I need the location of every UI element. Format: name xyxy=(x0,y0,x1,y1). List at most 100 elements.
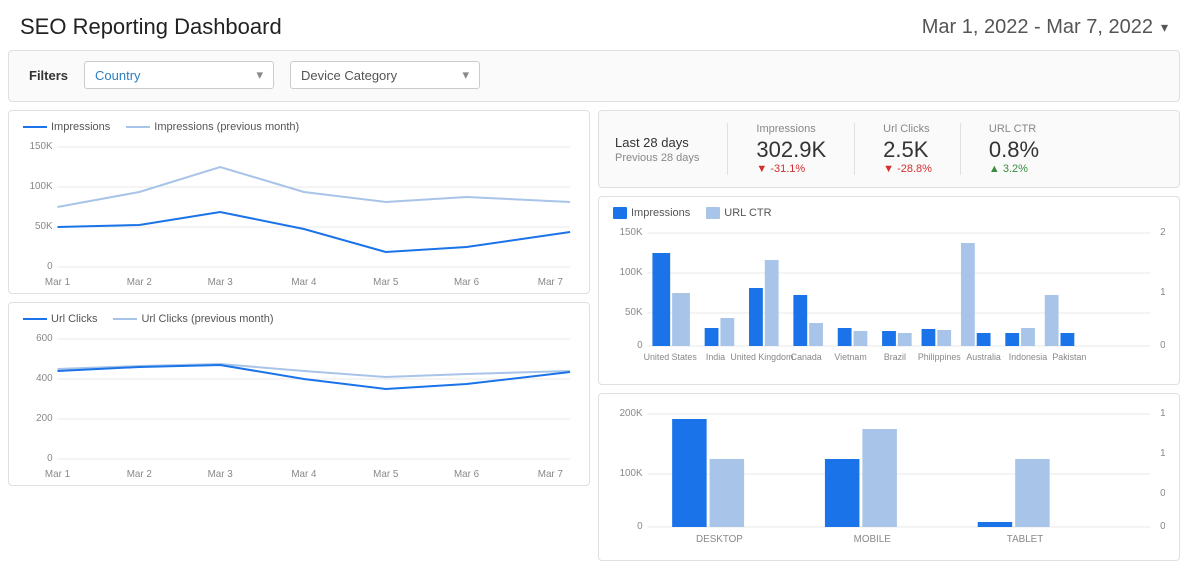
svg-text:Mar 7: Mar 7 xyxy=(538,277,564,287)
svg-text:Mar 3: Mar 3 xyxy=(208,277,234,287)
stats-divider1 xyxy=(727,123,728,175)
svg-text:0: 0 xyxy=(637,340,643,351)
impressions-chart: 150K 100K 50K 0 Mar 1 Mar 2 Mar 3 Mar 4 … xyxy=(23,137,575,287)
svg-text:United Kingdom: United Kingdom xyxy=(730,352,793,362)
svg-text:Mar 5: Mar 5 xyxy=(373,277,399,287)
urlclicks-legend: Url Clicks Url Clicks (previous month) xyxy=(23,313,575,325)
svg-text:50K: 50K xyxy=(35,221,53,232)
svg-text:0: 0 xyxy=(47,261,53,272)
svg-text:0: 0 xyxy=(47,453,53,464)
svg-text:Mar 5: Mar 5 xyxy=(373,469,399,479)
svg-text:200K: 200K xyxy=(620,408,643,419)
main-content: Impressions Impressions (previous month)… xyxy=(0,110,1188,569)
stats-period-main: Last 28 days xyxy=(615,135,699,150)
urlclicks-legend-item2: Url Clicks (previous month) xyxy=(113,313,273,325)
stats-divider3 xyxy=(960,123,961,175)
svg-text:Indonesia: Indonesia xyxy=(1009,352,1047,362)
svg-text:Philippines: Philippines xyxy=(918,352,961,362)
svg-text:Mar 4: Mar 4 xyxy=(291,469,317,479)
device-chart-card: 200K 100K 0 1.5% 1% 0.5% 0% xyxy=(598,393,1180,561)
svg-text:1.5%: 1.5% xyxy=(1160,408,1165,419)
filters-label: Filters xyxy=(29,68,68,83)
svg-text:0%: 0% xyxy=(1160,521,1165,532)
svg-text:United States: United States xyxy=(644,352,698,362)
device-category-dropdown-label: Device Category xyxy=(301,68,397,83)
urlclicks-legend-label1: Url Clicks xyxy=(51,313,97,325)
country-dropdown-label: Country xyxy=(95,68,141,83)
stat-urlctr-change: ▲ 3.2% xyxy=(989,163,1039,175)
svg-text:50K: 50K xyxy=(625,307,643,318)
svg-text:1%: 1% xyxy=(1160,287,1165,298)
svg-text:Australia: Australia xyxy=(966,352,1000,362)
country-chart-card: Impressions URL CTR 150K 100K 50K 0 2% 1… xyxy=(598,196,1180,385)
impressions-prev-line-icon xyxy=(126,125,150,129)
svg-text:100K: 100K xyxy=(620,267,643,278)
svg-text:Vietnam: Vietnam xyxy=(834,352,866,362)
svg-text:Mar 7: Mar 7 xyxy=(538,469,564,479)
right-panel: Last 28 days Previous 28 days Impression… xyxy=(598,110,1180,561)
svg-text:Mar 4: Mar 4 xyxy=(291,277,317,287)
stat-urlclicks-label: Url Clicks xyxy=(883,123,932,135)
svg-text:Brazil: Brazil xyxy=(884,352,906,362)
stats-period: Last 28 days Previous 28 days xyxy=(615,123,715,175)
svg-text:0: 0 xyxy=(637,521,643,532)
svg-text:2%: 2% xyxy=(1160,227,1165,238)
svg-text:150K: 150K xyxy=(30,141,53,152)
filters-bar: Filters Country ▾ Device Category ▾ xyxy=(8,50,1180,102)
country-legend-label1: Impressions xyxy=(631,207,690,219)
country-legend-item2: URL CTR xyxy=(706,207,771,219)
svg-text:Mar 2: Mar 2 xyxy=(127,469,153,479)
impressions-line-icon xyxy=(23,125,47,129)
stats-divider2 xyxy=(854,123,855,175)
date-dropdown-arrow[interactable]: ▾ xyxy=(1161,19,1168,36)
country-legend-label2: URL CTR xyxy=(724,207,771,219)
svg-text:0.5%: 0.5% xyxy=(1160,488,1165,499)
svg-text:100K: 100K xyxy=(30,181,53,192)
urlclicks-legend-label2: Url Clicks (previous month) xyxy=(141,313,273,325)
svg-text:India: India xyxy=(706,352,725,362)
impressions-legend-label1: Impressions xyxy=(51,121,110,133)
date-range[interactable]: Mar 1, 2022 - Mar 7, 2022 ▾ xyxy=(922,16,1168,39)
svg-text:Canada: Canada xyxy=(791,352,822,362)
device-chart: 200K 100K 0 1.5% 1% 0.5% 0% xyxy=(613,404,1165,554)
impressions-legend-label2: Impressions (previous month) xyxy=(154,121,299,133)
stat-urlclicks: Url Clicks 2.5K ▼ -28.8% xyxy=(867,123,948,175)
stat-impressions-value: 302.9K xyxy=(756,137,826,163)
country-legend-box2 xyxy=(706,207,720,219)
svg-text:1%: 1% xyxy=(1160,448,1165,459)
stats-card: Last 28 days Previous 28 days Impression… xyxy=(598,110,1180,188)
svg-text:TABLET: TABLET xyxy=(1007,534,1043,545)
impressions-chart-card: Impressions Impressions (previous month)… xyxy=(8,110,590,294)
svg-text:DESKTOP: DESKTOP xyxy=(696,534,743,545)
stat-urlclicks-change: ▼ -28.8% xyxy=(883,163,932,175)
svg-text:Mar 6: Mar 6 xyxy=(454,277,480,287)
country-legend-item1: Impressions xyxy=(613,207,690,219)
date-range-text: Mar 1, 2022 - Mar 7, 2022 xyxy=(922,16,1153,39)
urlclicks-chart: 600 400 200 0 Mar 1 Mar 2 Mar 3 Mar 4 Ma… xyxy=(23,329,575,479)
country-chart: 150K 100K 50K 0 2% 1% 0% xyxy=(613,223,1165,378)
country-chart-legend: Impressions URL CTR xyxy=(613,207,1165,219)
urlclicks-legend-item1: Url Clicks xyxy=(23,313,97,325)
stat-urlclicks-value: 2.5K xyxy=(883,137,932,163)
left-panel: Impressions Impressions (previous month)… xyxy=(8,110,590,561)
urlclicks-chart-card: Url Clicks Url Clicks (previous month) 6… xyxy=(8,302,590,486)
stat-impressions-change: ▼ -31.1% xyxy=(756,163,826,175)
device-category-dropdown-arrow: ▾ xyxy=(462,67,469,83)
device-category-dropdown[interactable]: Device Category ▾ xyxy=(290,61,480,89)
svg-text:200: 200 xyxy=(36,413,53,424)
svg-text:Mar 3: Mar 3 xyxy=(208,469,234,479)
stat-urlctr: URL CTR 0.8% ▲ 3.2% xyxy=(973,123,1055,175)
stat-urlctr-label: URL CTR xyxy=(989,123,1039,135)
header: SEO Reporting Dashboard Mar 1, 2022 - Ma… xyxy=(0,0,1188,50)
stat-urlctr-value: 0.8% xyxy=(989,137,1039,163)
svg-text:MOBILE: MOBILE xyxy=(854,534,892,545)
svg-text:0%: 0% xyxy=(1160,340,1165,351)
impressions-legend-item1: Impressions xyxy=(23,121,110,133)
page-title: SEO Reporting Dashboard xyxy=(20,14,282,40)
stats-period-sub: Previous 28 days xyxy=(615,152,699,164)
svg-text:Mar 1: Mar 1 xyxy=(45,277,71,287)
stat-impressions: Impressions 302.9K ▼ -31.1% xyxy=(740,123,842,175)
svg-text:Pakistan: Pakistan xyxy=(1052,352,1086,362)
urlclicks-line-icon xyxy=(23,317,47,321)
country-dropdown[interactable]: Country ▾ xyxy=(84,61,274,89)
